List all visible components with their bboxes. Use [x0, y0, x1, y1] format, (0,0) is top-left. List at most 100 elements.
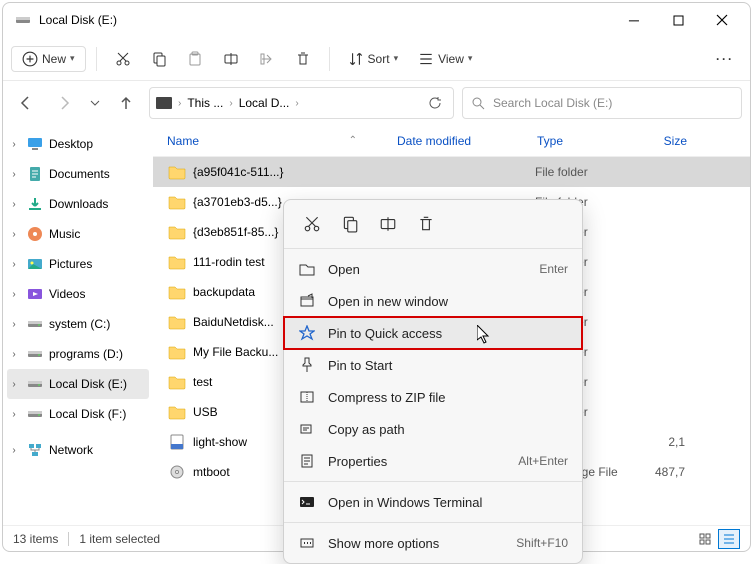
- context-menu-label: Open in Windows Terminal: [328, 495, 568, 510]
- terminal-icon: [298, 493, 316, 511]
- refresh-button[interactable]: [423, 96, 447, 110]
- sort-indicator-icon: ⌃: [349, 135, 357, 146]
- recent-button[interactable]: [87, 88, 103, 118]
- context-menu-item-copy-as-path[interactable]: Copy as path: [284, 413, 582, 445]
- minimize-button[interactable]: ─: [612, 5, 656, 35]
- column-date[interactable]: Date modified: [397, 134, 537, 148]
- chevron-right-icon: ›: [7, 445, 21, 456]
- rename-button[interactable]: [376, 212, 400, 236]
- up-button[interactable]: [111, 88, 141, 118]
- sidebar-item-programs-d-[interactable]: › programs (D:): [3, 339, 153, 369]
- search-input[interactable]: Search Local Disk (E:): [462, 87, 742, 119]
- sidebar-item-documents[interactable]: ›Documents: [3, 159, 153, 189]
- context-menu-label: Open in new window: [328, 294, 568, 309]
- sidebar-item-label: Pictures: [49, 257, 92, 271]
- file-name: {a95f041c-511...}: [193, 165, 395, 179]
- paste-button[interactable]: [179, 47, 211, 71]
- chevron-right-icon: ›: [293, 98, 300, 109]
- pin-icon: [298, 356, 316, 374]
- sidebar-item-label: programs (D:): [49, 347, 123, 361]
- sidebar-item-system-c-[interactable]: › system (C:): [3, 309, 153, 339]
- context-menu-quick-actions: [284, 204, 582, 244]
- drive-icon: [27, 316, 43, 332]
- context-menu-item-pin-to-start[interactable]: Pin to Start: [284, 349, 582, 381]
- chevron-down-icon: ▾: [468, 53, 473, 64]
- new-button[interactable]: New ▾: [11, 46, 86, 72]
- chevron-down-icon: ▾: [70, 53, 75, 64]
- context-menu-item-pin-to-quick-access[interactable]: Pin to Quick access: [284, 317, 582, 349]
- column-name[interactable]: Name: [167, 134, 199, 148]
- context-menu-label: Pin to Start: [328, 358, 568, 373]
- folder-icon: [167, 284, 187, 300]
- context-menu-label: Properties: [328, 454, 506, 469]
- sidebar-item-downloads[interactable]: ›Downloads: [3, 189, 153, 219]
- grid-view-toggle[interactable]: [694, 529, 716, 549]
- chevron-right-icon: ›: [7, 349, 21, 360]
- cut-button[interactable]: [107, 47, 139, 71]
- folder-icon: [167, 164, 187, 180]
- sidebar-item-label: system (C:): [49, 317, 110, 331]
- sidebar-item-videos[interactable]: ›Videos: [3, 279, 153, 309]
- maximize-button[interactable]: [656, 5, 700, 35]
- file-type: File folder: [535, 165, 635, 179]
- drive-icon: [27, 406, 43, 422]
- window-title: Local Disk (E:): [39, 13, 612, 27]
- rename-button[interactable]: [215, 47, 247, 71]
- copy-button[interactable]: [338, 212, 362, 236]
- column-type[interactable]: Type: [537, 134, 637, 148]
- copy-button[interactable]: [143, 47, 175, 71]
- sidebar-item-desktop[interactable]: ›Desktop: [3, 129, 153, 159]
- delete-button[interactable]: [414, 212, 438, 236]
- forward-button[interactable]: [49, 88, 79, 118]
- delete-button[interactable]: [287, 47, 319, 71]
- shortcut-hint: Enter: [539, 262, 568, 276]
- context-menu-item-show-more-options[interactable]: Show more optionsShift+F10: [284, 527, 582, 559]
- breadcrumb-item[interactable]: Local D...: [237, 96, 292, 110]
- context-menu-item-open-in-windows-terminal[interactable]: Open in Windows Terminal: [284, 486, 582, 518]
- drive-icon: [27, 346, 43, 362]
- details-view-toggle[interactable]: [718, 529, 740, 549]
- context-menu-item-open-in-new-window[interactable]: Open in new window: [284, 285, 582, 317]
- breadcrumb-item[interactable]: This ...: [185, 96, 225, 110]
- sidebar-item-label: Videos: [49, 287, 85, 301]
- mp4-icon: [167, 434, 187, 450]
- column-size[interactable]: Size: [637, 134, 687, 148]
- breadcrumb[interactable]: › This ... › Local D... ›: [149, 87, 454, 119]
- sidebar-item-network[interactable]: ›Network: [3, 435, 153, 465]
- sidebar-item-local-disk-f-[interactable]: ›Local Disk (F:): [3, 399, 153, 429]
- view-label: View: [438, 52, 464, 66]
- sidebar-item-label: Local Disk (F:): [49, 407, 126, 421]
- context-menu-item-compress-to-zip-file[interactable]: Compress to ZIP file: [284, 381, 582, 413]
- context-menu-label: Open: [328, 262, 527, 277]
- close-button[interactable]: [700, 5, 744, 35]
- column-headers: Name ⌃ Date modified Type Size: [153, 125, 750, 157]
- sidebar: ›Desktop›Documents›Downloads›Music›Pictu…: [3, 125, 153, 525]
- chevron-down-icon: ▾: [394, 53, 399, 64]
- sidebar-item-pictures[interactable]: ›Pictures: [3, 249, 153, 279]
- file-row[interactable]: {a95f041c-511...} File folder: [153, 157, 750, 187]
- videos-icon: [27, 286, 43, 302]
- overflow-button[interactable]: ···: [708, 48, 742, 70]
- view-button[interactable]: View ▾: [410, 47, 480, 71]
- network-icon: [27, 442, 43, 458]
- delete-icon: [295, 51, 311, 67]
- sort-button[interactable]: Sort ▾: [340, 47, 407, 71]
- chevron-right-icon: ›: [7, 199, 21, 210]
- drive-icon: [156, 97, 172, 109]
- context-menu-item-properties[interactable]: PropertiesAlt+Enter: [284, 445, 582, 477]
- context-menu-item-open[interactable]: Open Enter: [284, 253, 582, 285]
- sidebar-item-local-disk-e-[interactable]: ›Local Disk (E:): [7, 369, 149, 399]
- chevron-right-icon: ›: [176, 98, 183, 109]
- ellipsis-icon: ···: [716, 52, 734, 66]
- folder-icon: [167, 254, 187, 270]
- back-button[interactable]: [11, 88, 41, 118]
- chevron-right-icon: ›: [7, 319, 21, 330]
- file-size: 2,1: [635, 435, 685, 449]
- open-icon: [298, 260, 316, 278]
- sidebar-item-music[interactable]: ›Music: [3, 219, 153, 249]
- cut-button[interactable]: [300, 212, 324, 236]
- address-bar-row: › This ... › Local D... › Search Local D…: [3, 81, 750, 125]
- sidebar-item-label: Desktop: [49, 137, 93, 151]
- share-button[interactable]: [251, 47, 283, 71]
- iso-icon: [167, 464, 187, 480]
